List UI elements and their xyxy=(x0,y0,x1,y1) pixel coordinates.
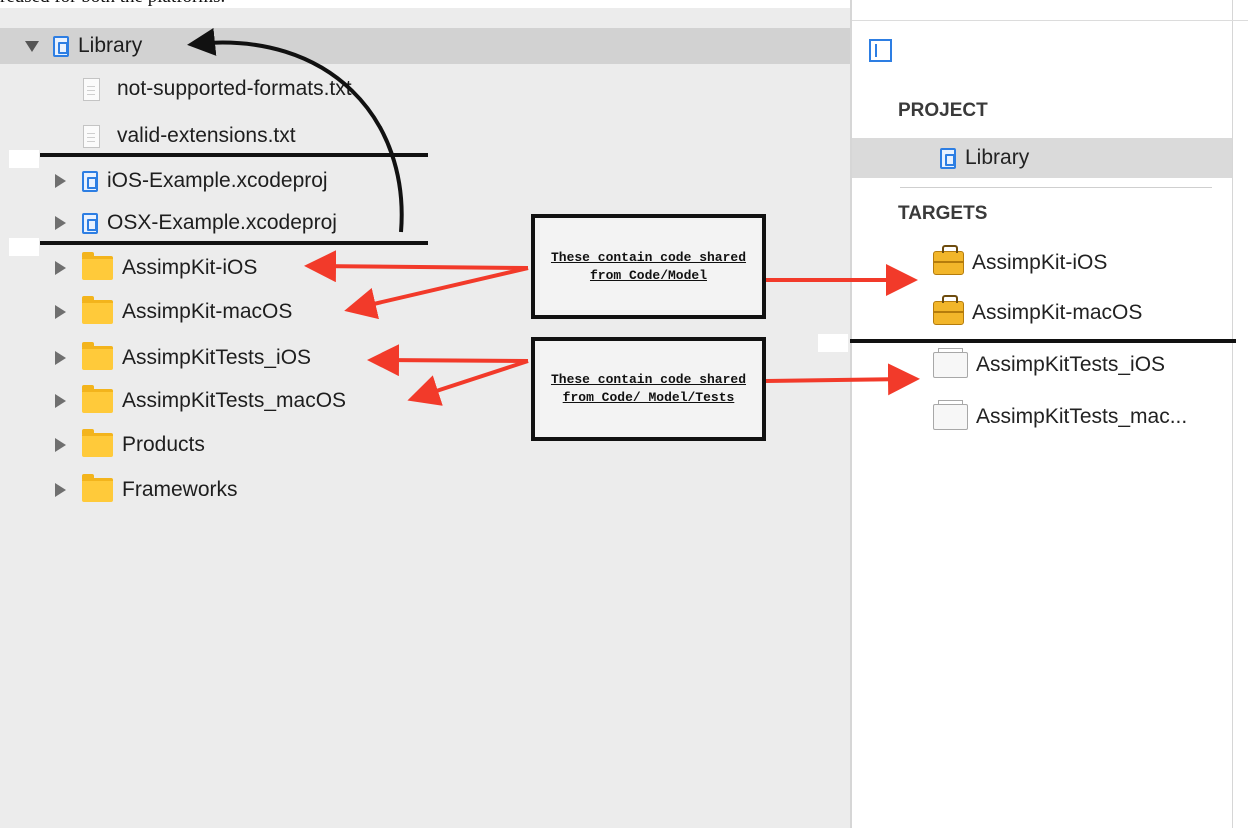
disclosure-closed-icon[interactable] xyxy=(55,438,66,452)
target-assimpkit-macos[interactable]: AssimpKit-macOS xyxy=(933,293,1142,333)
disclosure-closed-icon[interactable] xyxy=(55,394,66,408)
folder-icon xyxy=(82,342,113,370)
target-label: AssimpKit-iOS xyxy=(972,251,1108,274)
nav-item-label: valid-extensions.txt xyxy=(117,124,296,147)
nav-item-label: AssimpKitTests_iOS xyxy=(122,346,312,369)
folder-icon xyxy=(82,385,113,413)
nav-item-label: AssimpKit-macOS xyxy=(122,300,293,323)
target-assimpkittests-macos[interactable]: AssimpKitTests_mac... xyxy=(933,397,1187,437)
test-bundle-icon xyxy=(933,400,968,430)
project-item-label: Library xyxy=(965,146,1030,169)
nav-item-label: not-supported-formats.txt xyxy=(117,77,352,100)
project-section-header: PROJECT xyxy=(898,100,988,121)
text-file-icon xyxy=(83,124,100,148)
annotation-box-model: These contain code shared from Code/Mode… xyxy=(531,214,766,319)
test-bundle-icon xyxy=(933,348,968,378)
target-label: AssimpKit-macOS xyxy=(972,301,1143,324)
disclosure-closed-icon[interactable] xyxy=(55,261,66,275)
folder-icon xyxy=(82,296,113,324)
caption-text: reused for both the platforms. xyxy=(0,0,225,8)
nav-item-products[interactable]: Products xyxy=(55,427,205,463)
nav-item-library[interactable]: Library xyxy=(0,28,850,64)
text-file-icon xyxy=(83,77,100,101)
nav-item-label: OSX-Example.xcodeproj xyxy=(107,211,337,234)
hide-outline-icon[interactable] xyxy=(869,39,892,62)
targets-section-header: TARGETS xyxy=(898,203,988,224)
project-icon xyxy=(82,212,98,234)
disclosure-closed-icon[interactable] xyxy=(55,216,66,230)
disclosure-closed-icon[interactable] xyxy=(55,174,66,188)
nav-item-label: Library xyxy=(78,34,143,57)
disclosure-closed-icon[interactable] xyxy=(55,305,66,319)
white-mark xyxy=(818,334,848,352)
disclosure-closed-icon[interactable] xyxy=(55,483,66,497)
target-label: AssimpKitTests_mac... xyxy=(976,405,1188,428)
folder-icon xyxy=(82,429,113,457)
toolbar-separator xyxy=(852,20,1248,21)
nav-item-label: Products xyxy=(122,433,205,456)
nav-item-assimpkit-macos[interactable]: AssimpKit-macOS xyxy=(55,294,292,330)
nav-item-valid-extensions[interactable]: valid-extensions.txt xyxy=(83,118,296,154)
nav-item-assimpkittests-ios[interactable]: AssimpKitTests_iOS xyxy=(55,340,311,376)
framework-target-icon xyxy=(933,245,964,275)
nav-item-ios-example[interactable]: iOS-Example.xcodeproj xyxy=(55,163,328,199)
white-mark xyxy=(9,238,39,256)
project-icon xyxy=(53,35,69,57)
folder-icon xyxy=(82,474,113,502)
nav-item-label: Frameworks xyxy=(122,478,238,501)
nav-item-label: iOS-Example.xcodeproj xyxy=(107,169,328,192)
disclosure-open-icon[interactable] xyxy=(25,40,39,52)
project-icon xyxy=(82,170,98,192)
nav-item-frameworks[interactable]: Frameworks xyxy=(55,472,238,508)
nav-item-assimpkit-ios[interactable]: AssimpKit-iOS xyxy=(55,250,257,286)
target-assimpkit-ios[interactable]: AssimpKit-iOS xyxy=(933,243,1107,283)
white-mark xyxy=(9,150,39,168)
annotation-box-tests: These contain code shared from Code/ Mod… xyxy=(531,337,766,441)
nav-item-osx-example[interactable]: OSX-Example.xcodeproj xyxy=(55,205,337,241)
nav-item-assimpkittests-macos[interactable]: AssimpKitTests_macOS xyxy=(55,383,346,419)
nav-item-label: AssimpKit-iOS xyxy=(122,256,258,279)
framework-target-icon xyxy=(933,295,964,325)
folder-icon xyxy=(82,252,113,280)
target-label: AssimpKitTests_iOS xyxy=(976,353,1166,376)
nav-item-not-supported-formats[interactable]: not-supported-formats.txt xyxy=(83,71,352,107)
section-separator xyxy=(900,187,1212,188)
nav-item-label: AssimpKitTests_macOS xyxy=(122,389,347,412)
project-item-library[interactable]: Library xyxy=(852,138,1232,178)
disclosure-closed-icon[interactable] xyxy=(55,351,66,365)
project-icon xyxy=(940,147,956,169)
inspector-border xyxy=(1232,0,1233,828)
target-assimpkittests-ios[interactable]: AssimpKitTests_iOS xyxy=(933,345,1165,385)
